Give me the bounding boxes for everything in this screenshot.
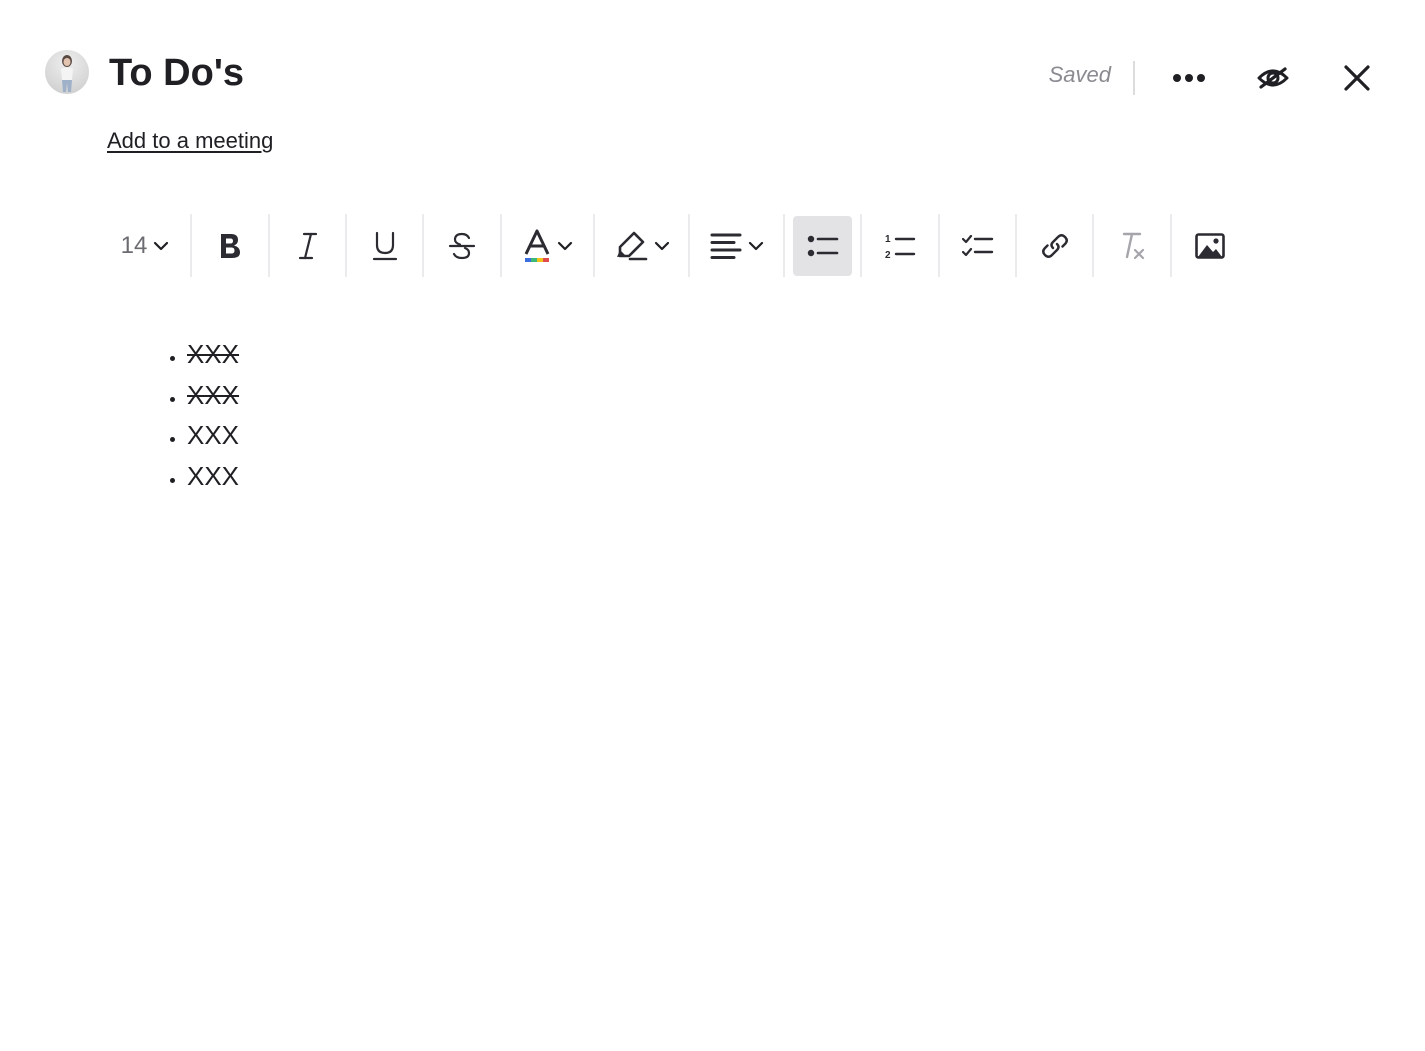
clear-formatting-icon <box>1122 232 1145 259</box>
align-left-icon <box>710 233 741 259</box>
italic-icon <box>298 232 317 259</box>
italic-button[interactable] <box>270 216 345 276</box>
text-color-icon <box>524 229 549 262</box>
visibility-toggle-button[interactable] <box>1253 58 1293 98</box>
user-photo-icon <box>61 55 73 92</box>
formatting-toolbar: 14 1 2 <box>100 214 1248 277</box>
bulleted-list-button[interactable] <box>793 215 852 276</box>
font-size-dropdown[interactable]: 14 <box>100 216 190 276</box>
list-item[interactable]: XXX <box>187 375 239 416</box>
text-color-dropdown[interactable] <box>502 216 593 276</box>
page-title: To Do's <box>109 52 244 94</box>
more-icon <box>1173 74 1205 82</box>
list-item-text: XXX <box>187 339 240 369</box>
svg-text:1: 1 <box>885 234 891 245</box>
list-item[interactable]: XXX <box>187 456 239 497</box>
eye-hidden-icon <box>1257 67 1289 89</box>
bold-icon <box>221 233 240 258</box>
close-icon <box>1344 65 1370 91</box>
strikethrough-icon <box>448 232 476 259</box>
svg-text:2: 2 <box>885 250 891 260</box>
checklist-button[interactable] <box>940 216 1015 276</box>
add-to-meeting-link[interactable]: Add to a meeting <box>107 128 273 154</box>
list-item[interactable]: XXX <box>187 415 239 456</box>
chevron-down-icon <box>748 241 763 250</box>
list-item-text: XXX <box>187 379 240 410</box>
checklist-icon <box>961 234 993 256</box>
avatar[interactable] <box>45 50 89 94</box>
list-item-text: XXX <box>187 420 240 450</box>
link-icon <box>1041 233 1068 258</box>
numbered-list-icon: 1 2 <box>885 234 916 260</box>
bulleted-list: XXX XXX XXX XXX <box>140 334 239 496</box>
more-options-button[interactable] <box>1169 58 1209 98</box>
bulleted-list-icon <box>807 235 838 256</box>
chevron-down-icon <box>154 241 169 250</box>
chevron-down-icon <box>557 241 572 250</box>
image-icon <box>1195 232 1225 259</box>
highlighter-icon <box>616 231 647 260</box>
strikethrough-button[interactable] <box>424 216 500 276</box>
numbered-list-button[interactable]: 1 2 <box>862 216 938 276</box>
highlight-color-dropdown[interactable] <box>595 216 688 276</box>
chevron-down-icon <box>654 241 669 250</box>
note-editor[interactable]: XXX XXX XXX XXX <box>140 334 239 496</box>
save-status: Saved <box>1048 62 1111 87</box>
bold-button[interactable] <box>192 216 268 276</box>
clear-formatting-button[interactable] <box>1094 216 1170 276</box>
close-button[interactable] <box>1337 58 1377 98</box>
insert-image-button[interactable] <box>1172 216 1248 276</box>
list-item-text: XXX <box>187 460 240 491</box>
insert-link-button[interactable] <box>1017 216 1092 276</box>
text-align-dropdown[interactable] <box>690 216 783 276</box>
list-item[interactable]: XXX <box>187 334 239 375</box>
underline-icon <box>372 231 397 260</box>
font-size-value: 14 <box>120 231 148 259</box>
underline-button[interactable] <box>347 216 422 276</box>
header-divider <box>1133 61 1135 95</box>
